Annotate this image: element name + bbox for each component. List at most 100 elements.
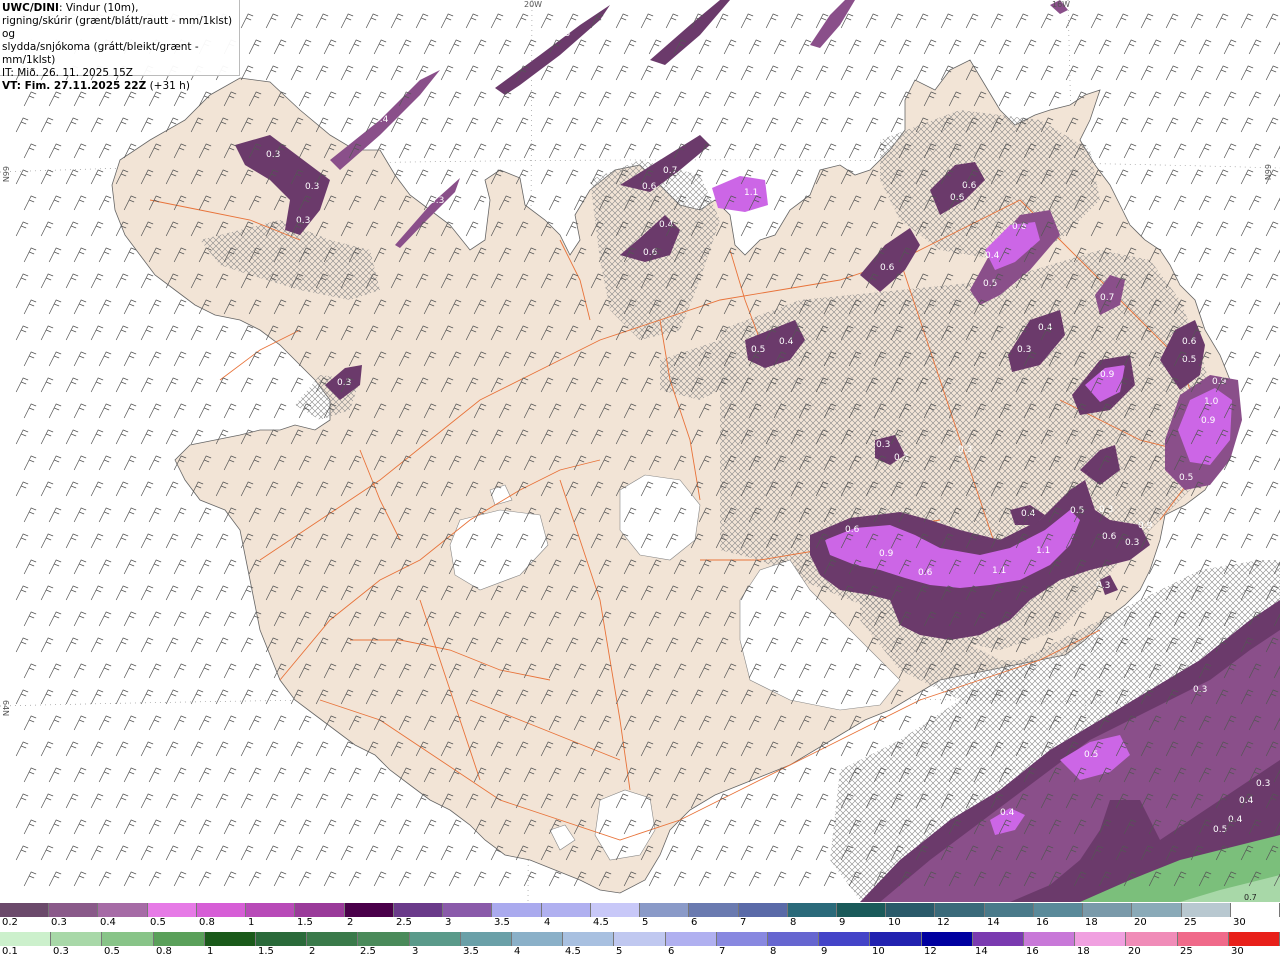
legend-label: 0.3: [53, 946, 69, 957]
legend-label: 9: [821, 946, 828, 957]
legend-label: 7: [719, 946, 726, 957]
weather-map: 0.5 0.4 0.3 0.3 0.3 0.3 0.6 0.7 1.1 0.4 0.6 0.6 0.6 0…: [0, 0, 1280, 902]
legend-swatch: [984, 903, 1034, 917]
legend-label: 12: [924, 946, 937, 957]
grid-label-20w: 20W: [524, 0, 543, 9]
contour-label: 0.6: [962, 181, 977, 191]
legend-swatch: [1075, 932, 1127, 946]
contour-label: 0.9: [1100, 370, 1115, 380]
grid-label-66n-right: 66N: [1263, 164, 1272, 181]
legend-snow-labels: 0.2 0.3 0.4 0.5 0.8 1 1.5 2 2.5 3 3.5 4 4.5 5 6 7 8 9 10 12…: [0, 917, 1280, 931]
legend-swatch: [1228, 932, 1280, 946]
contour-label: 0.3: [1193, 685, 1207, 695]
legend-label: 10: [872, 946, 885, 957]
legend-label: 4: [514, 946, 521, 957]
legend-swatch: [541, 903, 591, 917]
contour-label: 0.3: [894, 453, 908, 463]
legend-swatch: [246, 903, 296, 917]
legend-label: 3: [412, 946, 419, 957]
legend-swatch: [716, 932, 769, 946]
contour-label: 0.5: [751, 345, 765, 355]
contour-label: 0.4: [985, 251, 1000, 261]
legend-label: 6: [691, 917, 698, 928]
legend-swatch: [1177, 932, 1229, 946]
contour-label: 1.1: [992, 566, 1006, 576]
contour-label: 0.6: [845, 525, 860, 535]
legend-label: 30: [1233, 917, 1246, 928]
legend-swatch: [738, 903, 788, 917]
legend-label: 0.4: [100, 917, 116, 928]
valid-offset: (+31 h): [149, 80, 190, 92]
legend-swatch: [665, 932, 717, 946]
legend-swatch: [640, 903, 690, 917]
legend-swatch: [307, 932, 359, 946]
legend-label: 3: [445, 917, 452, 928]
contour-label: 0.5: [556, 29, 570, 39]
legend-label: 20: [1134, 917, 1147, 928]
contour-label: 0.5: [1084, 750, 1098, 760]
contour-label: 0.9: [1138, 521, 1153, 531]
corner-value: 0.7: [1244, 893, 1257, 902]
legend-label: 1.5: [297, 917, 313, 928]
legend-label: 0.5: [104, 946, 120, 957]
legend-label: 0.8: [199, 917, 215, 928]
legend-label: 2.5: [360, 946, 376, 957]
legend-swatch: [689, 903, 739, 917]
legend-label: 5: [642, 917, 649, 928]
legend-swatch: [787, 903, 837, 917]
legend-swatch: [102, 932, 154, 946]
legend-swatch: [153, 932, 205, 946]
legend-swatch: [1033, 903, 1084, 917]
legend-label: 20: [1128, 946, 1141, 957]
contour-label: 0.3: [305, 182, 319, 192]
legend-label: 16: [1036, 917, 1049, 928]
contour-label: 0.5: [1182, 355, 1196, 365]
legend-swatch: [819, 932, 871, 946]
grid-label-64n-left: 64N: [1, 700, 10, 717]
legend-swatch: [512, 932, 564, 946]
legend-swatch: [1024, 932, 1076, 946]
legend-label: 4.5: [593, 917, 609, 928]
legend-swatch: [1083, 903, 1133, 917]
title-desc-1: : Vindur (10m),: [58, 2, 139, 14]
legend-label: 0.8: [156, 946, 172, 957]
legend-swatch: [196, 903, 247, 917]
legend-label: 0.3: [51, 917, 67, 928]
contour-label: 0.6: [918, 568, 933, 578]
grid-label-66n-left: 66N: [1, 166, 10, 183]
legend-label: 2.5: [396, 917, 412, 928]
legend-swatch: [0, 932, 52, 946]
legend-swatch: [409, 932, 461, 946]
contour-label: 1.0: [1204, 397, 1219, 407]
title-desc-2: rigning/skúrir (grænt/blátt/rautt - mm/1…: [2, 15, 233, 40]
contour-label: 0.4: [1228, 815, 1243, 825]
legend-label: 14: [987, 917, 1000, 928]
contour-label: 0.3: [1099, 505, 1113, 515]
legend-label: 1: [248, 917, 255, 928]
model-name: UWC/DINI: [2, 2, 59, 14]
legend-label: 4: [544, 917, 551, 928]
contour-label: 1.1: [1036, 546, 1050, 556]
title-desc-3: slydda/snjókoma (grátt/bleikt/grænt - mm…: [2, 41, 199, 66]
contour-label: 0.6: [1102, 532, 1117, 542]
contour-label: 0.9: [879, 549, 894, 559]
legend-swatch: [98, 903, 148, 917]
contour-label: 0.3: [1017, 345, 1031, 355]
legend-swatch: [51, 932, 103, 946]
legend-label: 18: [1077, 946, 1090, 957]
legend-label: 25: [1184, 917, 1197, 928]
legend-swatch: [1181, 903, 1231, 917]
legend-label: 18: [1085, 917, 1098, 928]
legend-swatch: [256, 932, 308, 946]
legend-swatch: [972, 932, 1025, 946]
contour-label: 0.4: [1000, 808, 1015, 818]
legend-snow-colorbar: [0, 903, 1280, 917]
contour-label: 0.4: [779, 337, 794, 347]
legend-swatch: [563, 932, 615, 946]
legend-swatch: [204, 932, 257, 946]
legend-swatch: [0, 903, 50, 917]
valid-time: VT: Fim. 27.11.2025 22Z: [2, 80, 147, 92]
legend-label: 0.1: [2, 946, 18, 957]
legend-label: 3.5: [494, 917, 510, 928]
legend-label: 3.5: [463, 946, 479, 957]
